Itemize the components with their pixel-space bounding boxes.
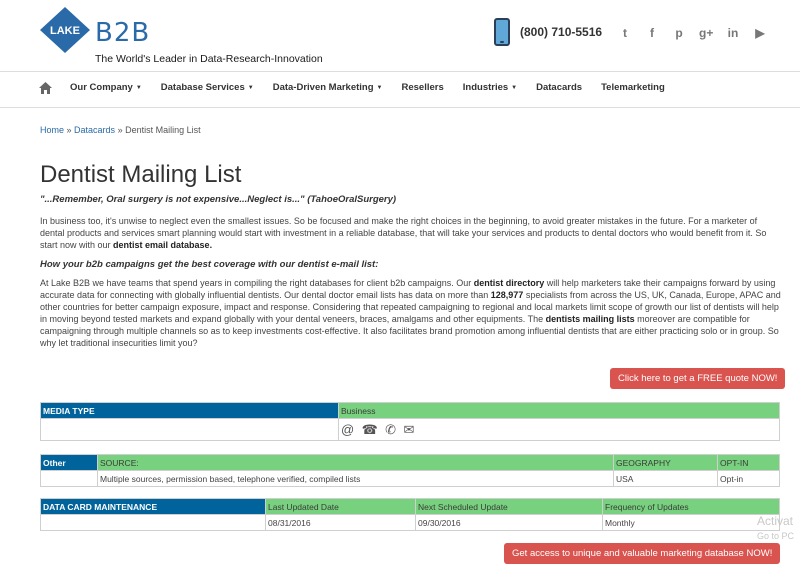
envelope-icon: ✉ [403,421,415,437]
nav-item-data-driven-marketing[interactable]: Data-Driven Marketing ▼ [273,82,383,93]
facebook-icon[interactable]: f [645,26,659,40]
caret-down-icon: ▼ [247,85,254,91]
tagline: The World's Leader in Data-Research-Inno… [95,53,323,65]
subheading: How your b2b campaigns get the best cove… [40,259,379,270]
youtube-icon[interactable]: ▶ [753,26,767,40]
intro-bold: dentist email database. [113,240,213,250]
page-title: Dentist Mailing List [40,161,242,188]
empty-cell [40,514,266,531]
logo-text: LAKE [50,25,80,37]
source-label: SOURCE: [97,454,614,471]
nav-item-label: Datacards [536,82,583,93]
caret-down-icon: ▼ [511,85,518,91]
logo-b2b-text: B2B [95,18,151,48]
windows-activation-subtext: Go to PC [757,531,795,541]
frequency-label: Frequency of Updates [602,498,780,515]
windows-activation-watermark: Activat [757,514,794,528]
linkedin-icon[interactable]: in [726,26,740,40]
nav-item-our-company[interactable]: Our Company ▼ [70,82,142,93]
media-type-value: Business [338,402,780,419]
breadcrumb-sep: » [115,125,126,135]
breadcrumb: Home » Datacards » Dentist Mailing List [40,125,201,135]
main-nav: Our Company ▼ Database Services ▼ Data-Drive… [0,72,800,108]
phone-number[interactable]: (800) 710-5516 [520,25,602,39]
body-bold: dentists mailing lists [545,314,635,324]
last-updated-value: 08/31/2016 [265,514,416,531]
at-icon: @ [341,421,355,437]
maintenance-header: DATA CARD MAINTENANCE [40,498,266,515]
mobile-phone-icon [494,18,510,46]
nav-items: Our Company ▼ Database Services ▼ Data-Drive… [70,82,665,93]
nav-item-label: Our Company [70,82,133,93]
body-bold: 128,977 [490,290,524,300]
nav-item-industries[interactable]: Industries ▼ [463,82,517,93]
free-quote-button[interactable]: Click here to get a FREE quote NOW! [610,368,786,389]
other-header: Other [40,454,98,471]
last-updated-label: Last Updated Date [265,498,416,515]
body-paragraph: At Lake B2B we have teams that spend yea… [40,277,782,349]
breadcrumb-sep: » [64,125,75,135]
nav-item-label: Database Services [160,82,245,93]
caret-down-icon: ▼ [376,85,383,91]
phone-icon: ✆ [385,421,397,437]
geography-label: GEOGRAPHY [613,454,718,471]
empty-cell [40,418,339,441]
intro-paragraph: In business too, it's unwise to neglect … [40,215,782,251]
fax-icon: ☎ [361,421,378,437]
body-bold: dentist directory [473,278,545,288]
breadcrumb-datacards[interactable]: Datacards [74,125,115,135]
nav-item-label: Resellers [401,82,444,93]
nav-item-database-services[interactable]: Database Services ▼ [161,82,254,93]
media-icons: @ ☎ ✆ ✉ [338,418,780,441]
home-icon[interactable] [39,82,52,94]
frequency-value: Monthly [602,514,780,531]
main-content: Dentist Mailing List "...Remember, Oral … [40,160,782,349]
site-header: LAKE B2B The World's Leader in Data-Rese… [0,0,800,72]
body-text: At Lake B2B we have teams that spend yea… [40,278,474,288]
lake-logo-mark: LAKE [40,7,90,53]
nav-item-label: Industries [462,82,509,93]
nav-item-telemarketing[interactable]: Telemarketing [601,82,665,93]
breadcrumb-home[interactable]: Home [40,125,64,135]
next-update-label: Next Scheduled Update [415,498,603,515]
nav-item-label: Telemarketing [601,82,665,93]
optin-value: Opt-in [717,470,780,487]
quote: "...Remember, Oral surgery is not expens… [40,194,397,205]
google-plus-icon[interactable]: g+ [699,26,713,40]
nav-item-datacards[interactable]: Datacards [536,82,582,93]
other-table: Other SOURCE: GEOGRAPHY OPT-IN Multiple … [40,454,780,487]
caret-down-icon: ▼ [135,85,142,91]
empty-cell [40,470,98,487]
media-type-header: MEDIA TYPE [40,402,339,419]
maintenance-table: DATA CARD MAINTENANCE Last Updated Date … [40,498,780,531]
twitter-icon[interactable]: t [618,26,632,40]
pinterest-icon[interactable]: p [672,26,686,40]
geography-value: USA [613,470,718,487]
next-update-value: 09/30/2016 [415,514,603,531]
breadcrumb-current: Dentist Mailing List [125,125,201,135]
database-access-button[interactable]: Get access to unique and valuable market… [504,543,781,564]
media-type-table: MEDIA TYPE Business @ ☎ ✆ ✉ [40,402,780,441]
source-value: Multiple sources, permission based, tele… [97,470,614,487]
lake-b2b-logo[interactable]: LAKE B2B The World's Leader in Data-Rese… [39,6,359,66]
nav-item-resellers[interactable]: Resellers [402,82,444,93]
nav-item-label: Data-Driven Marketing [272,82,374,93]
optin-label: OPT-IN [717,454,780,471]
social-links: t f p g+ in ▶ [618,26,767,40]
